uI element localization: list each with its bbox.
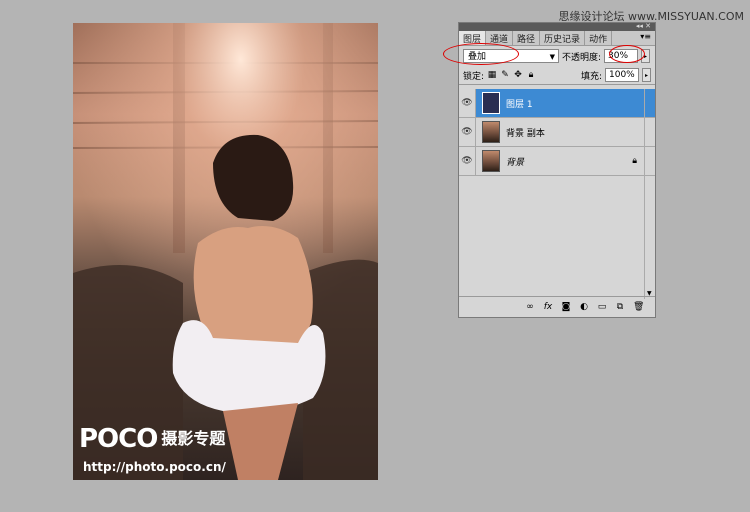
annotation-ellipse-opacity xyxy=(609,45,645,63)
eye-icon: 👁︎ xyxy=(461,156,473,166)
lock-move-icon[interactable]: ✥ xyxy=(513,70,523,80)
lock-transparency-icon[interactable]: ▦ xyxy=(487,70,497,80)
fx-icon[interactable]: fx xyxy=(543,302,553,312)
layer-row-background[interactable]: 👁︎ 背景 🔒︎ xyxy=(459,147,655,176)
layer-row-background-copy[interactable]: 👁︎ 背景 副本 xyxy=(459,118,655,147)
mask-icon[interactable]: ◙ xyxy=(561,302,571,312)
layers-panel: ◂◂ ✕ 图层 通道 路径 历史记录 动作 ▾≡ 叠加 ▼ 不透明度: 30% … xyxy=(443,22,656,318)
lock-brush-icon[interactable]: ✎ xyxy=(500,70,510,80)
visibility-toggle[interactable]: 👁︎ xyxy=(459,89,476,117)
layer-thumbnail xyxy=(482,121,500,143)
adjustment-icon[interactable]: ◐ xyxy=(579,302,589,312)
layer-list: 👁︎ 图层 1 👁︎ 背景 副本 👁︎ 背景 🔒︎ xyxy=(459,89,655,299)
fill-slider-button[interactable]: ▸ xyxy=(642,68,651,82)
canvas-photo: POCO 摄影专题 http://photo.poco.cn/ xyxy=(73,23,378,480)
layer-name: 背景 xyxy=(506,157,525,168)
dropdown-arrow-icon: ▼ xyxy=(549,53,555,61)
tab-actions[interactable]: 动作 xyxy=(585,31,613,45)
brand-name: POCO xyxy=(79,424,158,454)
layer-name: 图层 1 xyxy=(506,99,533,110)
layer-thumbnail xyxy=(482,150,500,172)
trash-icon[interactable]: 🗑︎ xyxy=(633,302,644,312)
layer-name: 背景 副本 xyxy=(506,128,545,139)
group-icon[interactable]: ▭ xyxy=(597,302,607,312)
link-icon[interactable]: ∞ xyxy=(525,302,535,312)
brand-subtitle: 摄影专题 xyxy=(161,429,226,448)
eye-icon: 👁︎ xyxy=(461,127,473,137)
annotation-ellipse-blend xyxy=(443,43,519,65)
layer-thumbnail xyxy=(482,92,500,114)
brand-logo: POCO 摄影专题 xyxy=(79,424,225,454)
fill-label: 填充: xyxy=(580,71,602,82)
lock-fill-row: 锁定: ▦ ✎ ✥ 🔒︎ 填充: 100% ▸ xyxy=(459,66,655,85)
eye-icon: 👁︎ xyxy=(461,98,473,108)
tab-history[interactable]: 历史记录 xyxy=(540,31,586,45)
layer-scrollbar[interactable]: ▼ xyxy=(644,89,655,299)
panel-menu-icon[interactable]: ▾≡ xyxy=(640,32,651,41)
panel-bottom-toolbar: ∞ fx ◙ ◐ ▭ ⧉ 🗑︎ xyxy=(459,296,655,317)
panel-titlebar[interactable]: ◂◂ ✕ xyxy=(459,22,655,31)
tab-paths[interactable]: 路径 xyxy=(513,31,541,45)
photo-illustration xyxy=(73,23,378,480)
lock-all-icon[interactable]: 🔒︎ xyxy=(526,70,536,80)
new-layer-icon[interactable]: ⧉ xyxy=(615,302,625,312)
collapse-close-icons[interactable]: ◂◂ ✕ xyxy=(636,22,651,30)
lock-label: 锁定: xyxy=(463,71,485,82)
visibility-toggle[interactable]: 👁︎ xyxy=(459,147,476,175)
layer-lock-icon: 🔒︎ xyxy=(632,156,637,166)
visibility-toggle[interactable]: 👁︎ xyxy=(459,118,476,146)
brand-url: http://photo.poco.cn/ xyxy=(83,460,226,474)
layer-row-1[interactable]: 👁︎ 图层 1 xyxy=(459,89,655,118)
fill-input[interactable]: 100% xyxy=(605,68,639,82)
opacity-label: 不透明度: xyxy=(562,52,602,63)
